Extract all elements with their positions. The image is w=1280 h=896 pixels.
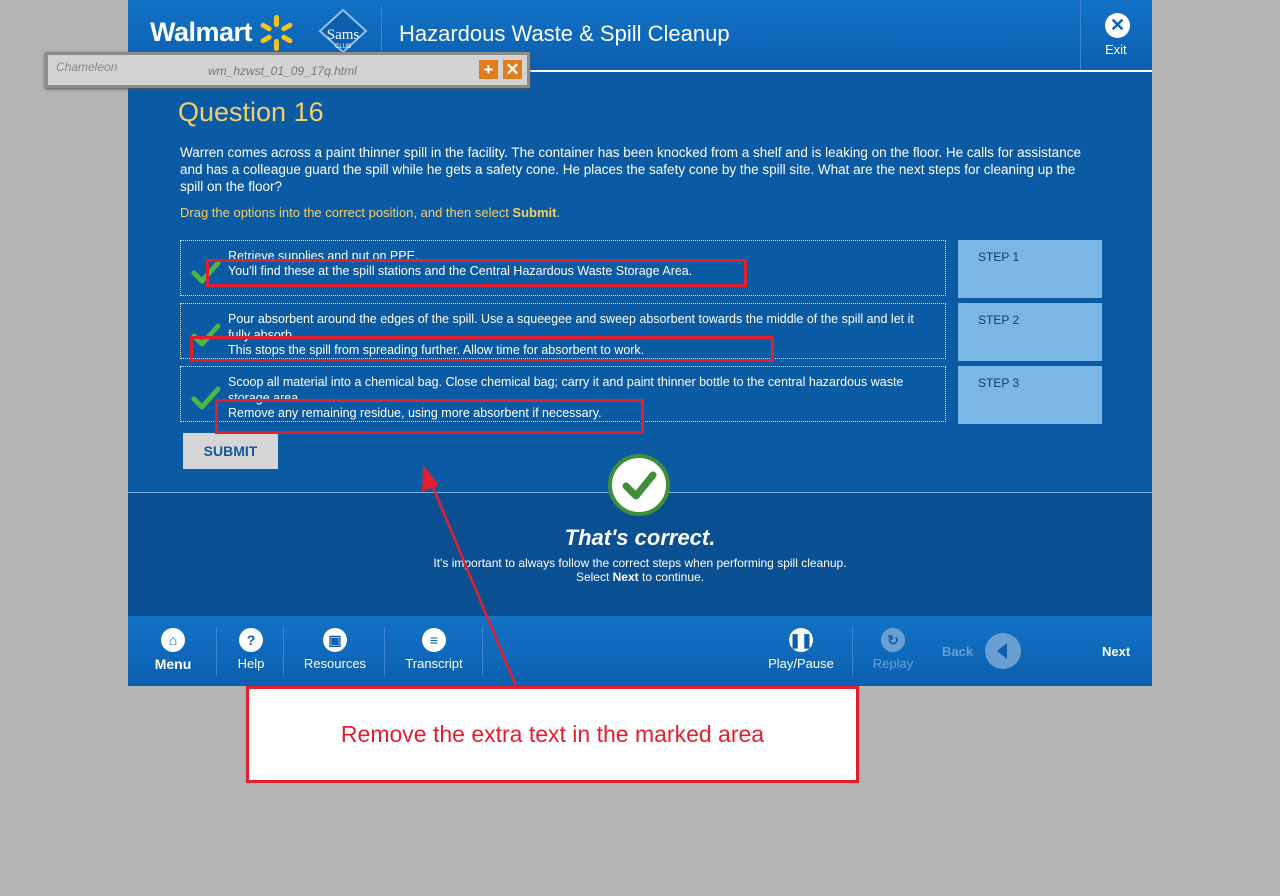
recorder-toolbar[interactable]: Chameleon wm_hzwst_01_09_17q.html + ✕ xyxy=(45,52,530,88)
recorder-filename: wm_hzwst_01_09_17q.html xyxy=(208,64,357,78)
chameleon-logo: Chameleon xyxy=(56,60,118,74)
plus-icon[interactable]: + xyxy=(479,60,498,79)
annotation-callout: Remove the extra text in the marked area xyxy=(246,686,859,783)
close-icon[interactable]: ✕ xyxy=(503,60,522,79)
